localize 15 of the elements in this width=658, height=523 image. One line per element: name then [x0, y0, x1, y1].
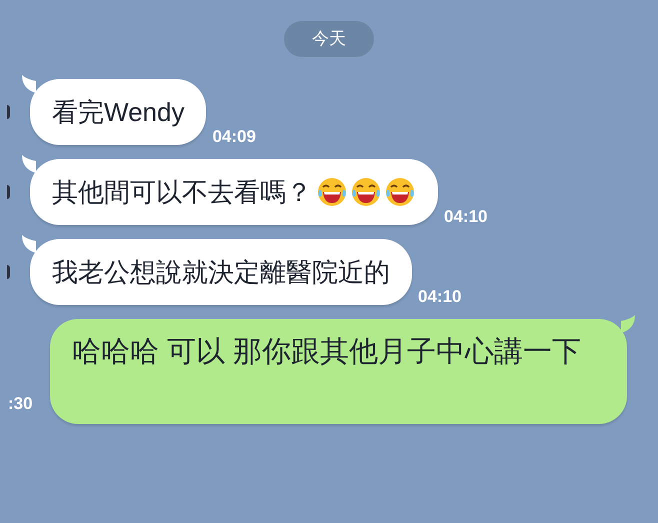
message-time: 04:10: [444, 206, 488, 228]
bubble-tail: [621, 315, 637, 333]
message-time: 04:09: [212, 126, 256, 148]
message-text: 其他間可以不去看嗎？: [52, 176, 312, 208]
sent-message-bubble: 哈哈哈 可以 那你跟其他月子中心講一下: [50, 319, 627, 424]
laughing-crying-face-icon: [384, 176, 416, 208]
laughing-crying-face-icon: [316, 176, 348, 208]
message-time: 04:10: [418, 286, 462, 308]
avatar-edge: [7, 265, 10, 279]
avatar-edge: [7, 105, 10, 119]
laughing-crying-face-icon: [350, 176, 382, 208]
message-text: 我老公想說就決定離醫院近的: [52, 256, 390, 288]
message-text: 看完Wendy: [52, 96, 184, 128]
message-time: :30: [7, 392, 34, 414]
avatar-edge: [7, 185, 10, 199]
